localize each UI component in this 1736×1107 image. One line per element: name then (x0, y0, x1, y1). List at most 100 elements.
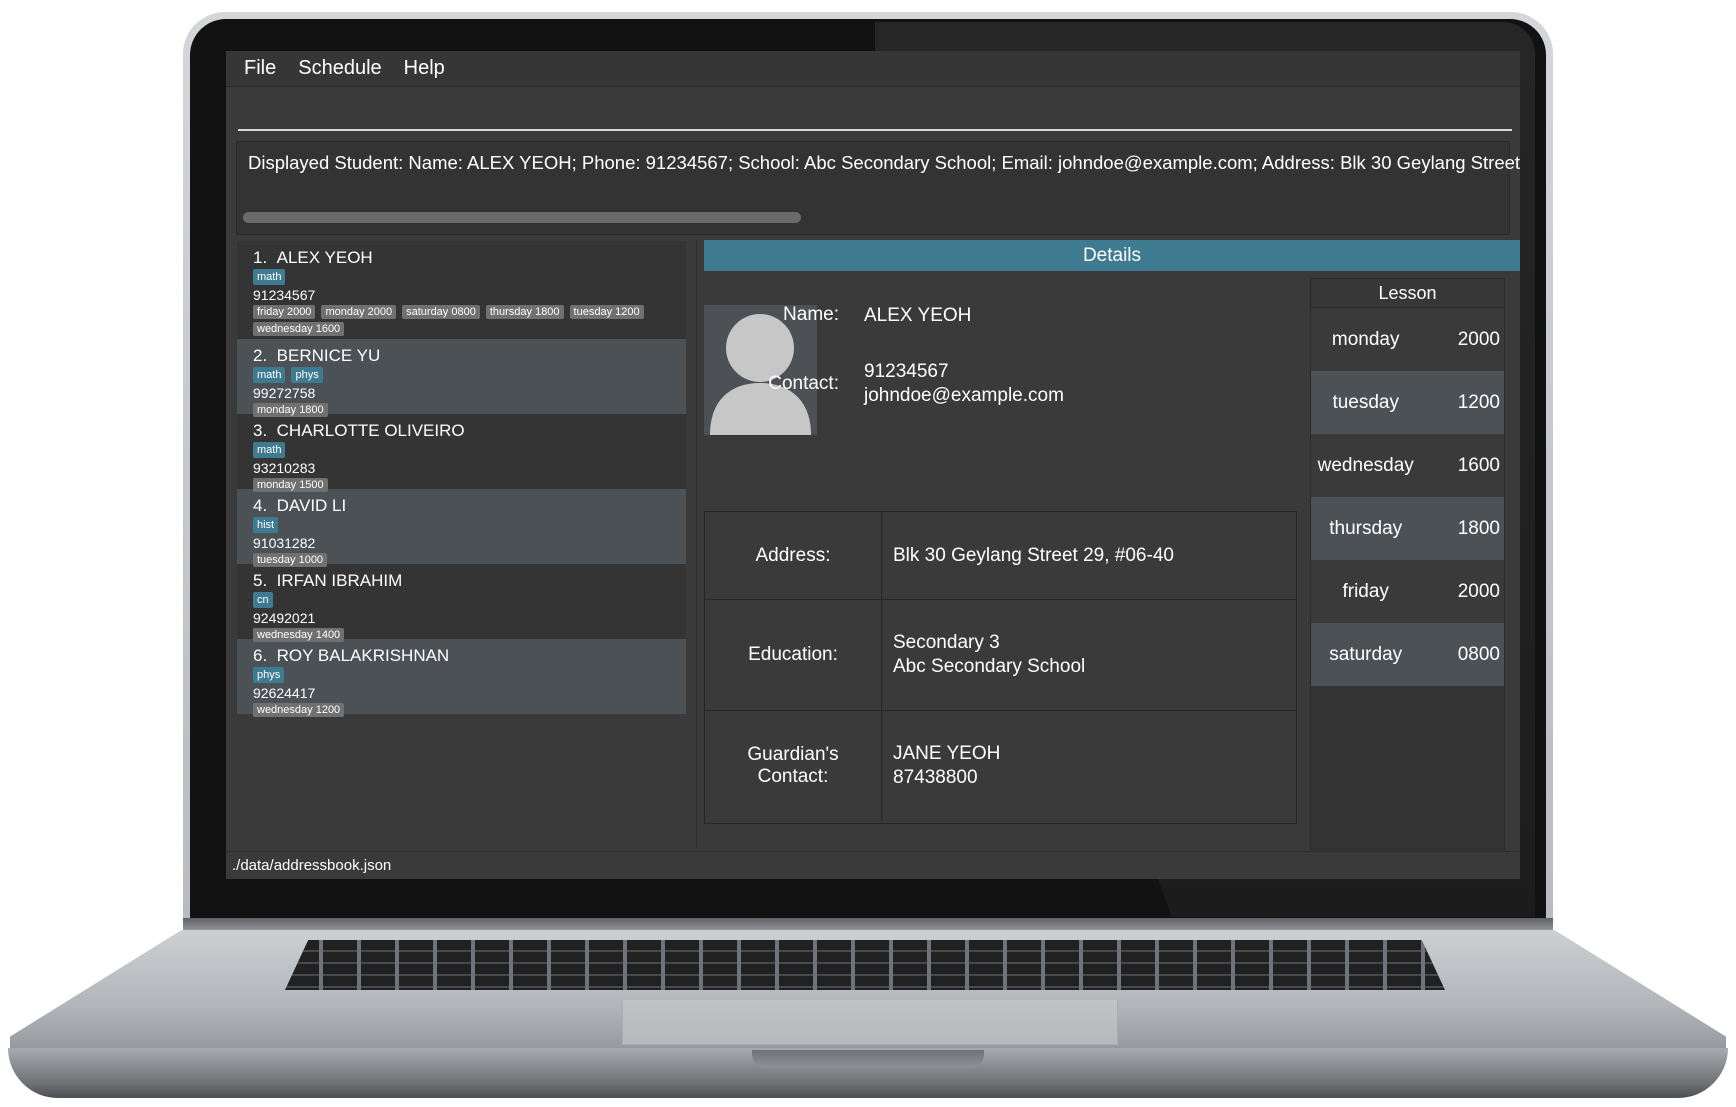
lesson-row: wednesday 1600 (1311, 434, 1504, 497)
guardian-label: Guardian's Contact: (705, 711, 882, 821)
subject-tags: math (253, 442, 672, 458)
contact-values: 91234567 johndoe@example.com (864, 360, 1064, 408)
details-table: Address: Blk 30 Geylang Street 29, #06-4… (704, 511, 1297, 824)
student-index: 4. (253, 496, 268, 515)
lesson-day: thursday (1329, 517, 1403, 539)
lesson-time: 2000 (1457, 328, 1500, 350)
student-phone: 92492021 (253, 610, 316, 626)
lesson-tag: wednesday 1200 (253, 703, 345, 717)
lesson-tag: wednesday 1600 (253, 322, 345, 336)
address-row: Address: Blk 30 Geylang Street 29, #06-4… (705, 512, 1296, 600)
lesson-time: 1600 (1457, 454, 1500, 476)
subject-tags: math (253, 269, 672, 285)
command-input[interactable] (238, 91, 1512, 131)
student-card[interactable]: 2. BERNICE YU math phys 99272758 monday 1800 (237, 339, 686, 417)
guardian-phone: 87438800 (893, 767, 978, 788)
details-panel: Details Name: ALEX YEOH Contact: 9123456… (704, 240, 1520, 850)
keyboard-rows (285, 940, 1445, 990)
lesson-tag: monday 1500 (253, 478, 328, 492)
laptop-hinge (183, 918, 1553, 932)
lesson-row: saturday 0800 (1311, 623, 1504, 686)
student-phone: 91031282 (253, 535, 316, 551)
lesson-header: Lesson (1311, 279, 1504, 308)
result-display: Displayed Student: Name: ALEX YEOH; Phon… (236, 141, 1520, 235)
subject-tags: phys (253, 667, 672, 683)
student-card-title: 5. IRFAN IBRAHIM (253, 570, 672, 591)
lesson-tag: wednesday 1400 (253, 628, 345, 642)
trackpad (622, 1000, 1118, 1045)
subject-tag: phys (253, 667, 285, 683)
app-window: File Schedule Help Displayed Student: Na… (226, 51, 1520, 879)
lesson-panel: Lesson monday 2000 tuesday 1200 wednesday 160… (1310, 278, 1505, 850)
lesson-rows: monday 2000 tuesday 1200 wednesday 1600 thursd… (1311, 308, 1504, 686)
guardian-label-line1: Guardian's (747, 744, 839, 765)
result-scrollbar-thumb[interactable] (243, 212, 801, 223)
lesson-day: tuesday (1332, 391, 1399, 413)
laptop-notch (752, 1050, 984, 1068)
status-bar: ./data/addressbook.json (226, 851, 1520, 879)
student-card-title: 2. BERNICE YU (253, 345, 672, 366)
lesson-tag: monday 1800 (253, 403, 328, 417)
subject-tags: math phys (253, 367, 672, 383)
menu-schedule[interactable]: Schedule (298, 57, 381, 80)
lesson-day: friday (1342, 580, 1389, 602)
laptop-frame: File Schedule Help Displayed Student: Na… (0, 0, 1736, 1107)
lesson-row: monday 2000 (1311, 308, 1504, 371)
student-phone: 92624417 (253, 685, 316, 701)
menu-help[interactable]: Help (404, 57, 445, 80)
subject-tag: math (253, 367, 286, 383)
guardian-value: JANE YEOH 87438800 (893, 711, 1000, 821)
student-index: 2. (253, 346, 268, 365)
result-scrollbar[interactable] (243, 212, 1503, 224)
school-name: Abc Secondary School (893, 656, 1086, 677)
student-card[interactable]: 6. ROY BALAKRISHNAN phys 92624417 wednesday… (237, 639, 686, 717)
menu-bar: File Schedule Help (226, 51, 1520, 87)
subject-tag: hist (253, 517, 279, 533)
result-text: Displayed Student: Name: ALEX YEOH; Phon… (248, 152, 1520, 173)
education-label: Education: (705, 600, 882, 710)
student-phone: 91234567 (864, 361, 949, 382)
subject-tag: math (253, 269, 286, 285)
subject-tags: cn (253, 592, 672, 608)
lesson-row: tuesday 1200 (1311, 371, 1504, 434)
menu-file[interactable]: File (244, 57, 276, 80)
student-card[interactable]: 3. CHARLOTTE OLIVEIRO math 93210283 monday … (237, 414, 686, 492)
details-header: Details (704, 240, 1520, 271)
lesson-tag: friday 2000 (253, 305, 316, 319)
student-name: IRFAN IBRAHIM (276, 571, 403, 590)
lesson-tag: saturday 0800 (402, 305, 480, 319)
contact-label: Contact: (768, 373, 839, 394)
lesson-row: thursday 1800 (1311, 497, 1504, 560)
student-phone: 99272758 (253, 385, 316, 401)
student-card-title: 4. DAVID LI (253, 495, 672, 516)
student-card-title: 6. ROY BALAKRISHNAN (253, 645, 672, 666)
lesson-row: friday 2000 (1311, 560, 1504, 623)
student-name: CHARLOTTE OLIVEIRO (276, 421, 465, 440)
name-label: Name: (783, 304, 839, 325)
student-card[interactable]: 5. IRFAN IBRAHIM cn 92492021 wednesday 1400 (237, 564, 686, 642)
address-value: Blk 30 Geylang Street 29, #06-40 (893, 512, 1174, 599)
student-email: johndoe@example.com (864, 385, 1064, 406)
subject-tags: hist (253, 517, 672, 533)
student-name: DAVID LI (276, 496, 347, 515)
student-list-panel: 1. ALEX YEOH math 91234567 friday 2000 monda… (226, 240, 697, 848)
student-card[interactable]: 1. ALEX YEOH math 91234567 friday 2000 monda… (237, 241, 686, 339)
student-card-title: 1. ALEX YEOH (253, 247, 672, 268)
student-name: ALEX YEOH (864, 305, 972, 326)
lesson-day: saturday (1329, 643, 1403, 665)
student-index: 6. (253, 646, 268, 665)
guardian-name: JANE YEOH (893, 743, 1001, 764)
lesson-tag: monday 2000 (321, 305, 397, 319)
lesson-day: monday (1331, 328, 1400, 350)
lesson-day: wednesday (1317, 454, 1414, 476)
student-name: BERNICE YU (276, 346, 381, 365)
address-label: Address: (705, 512, 882, 599)
student-card[interactable]: 4. DAVID LI hist 91031282 tuesday 1000 (237, 489, 686, 567)
student-name: ROY BALAKRISHNAN (276, 646, 450, 665)
subject-tag: phys (291, 367, 323, 383)
student-index: 1. (253, 248, 268, 267)
guardian-row: Guardian's Contact: JANE YEOH 87438800 (705, 711, 1296, 821)
education-row: Education: Secondary 3 Abc Secondary Sch… (705, 600, 1296, 711)
student-name: ALEX YEOH (276, 248, 373, 267)
guardian-label-line2: Contact: (757, 766, 829, 787)
